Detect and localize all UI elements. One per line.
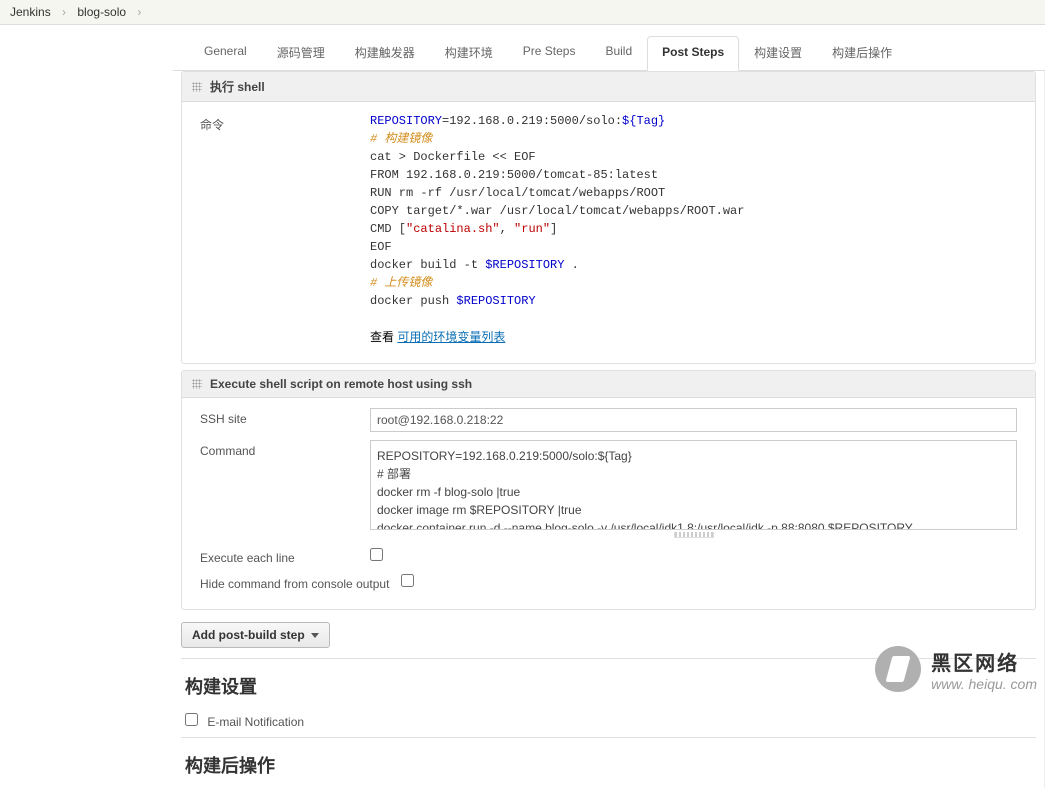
tab-pre-steps[interactable]: Pre Steps	[508, 35, 591, 70]
ssh-command-textarea[interactable]: REPOSITORY=192.168.0.219:5000/solo:${Tag…	[370, 440, 1017, 530]
email-notification-checkbox[interactable]	[185, 713, 198, 726]
tab-triggers[interactable]: 构建触发器	[340, 35, 430, 70]
section-header[interactable]: Execute shell script on remote host usin…	[182, 371, 1035, 398]
command-label: 命令	[200, 112, 370, 133]
tab-build[interactable]: Build	[590, 35, 647, 70]
tab-general[interactable]: General	[189, 35, 262, 70]
ssh-site-input[interactable]	[370, 408, 1017, 432]
chevron-right-icon: ›	[62, 5, 66, 19]
hide-command-checkbox[interactable]	[401, 574, 414, 587]
execute-shell-section: 执行 shell 命令 REPOSITORY=192.168.0.219:500…	[181, 71, 1036, 364]
add-post-build-step-button[interactable]: Add post-build step	[181, 622, 330, 648]
config-tabs: General 源码管理 构建触发器 构建环境 Pre Steps Build …	[173, 25, 1045, 71]
tab-post-build[interactable]: 构建后操作	[817, 35, 907, 70]
post-build-actions-heading: 构建后操作	[173, 742, 1044, 788]
ssh-command-label: Command	[200, 440, 370, 458]
exec-each-line-label: Execute each line	[200, 547, 370, 565]
resize-handle-icon[interactable]	[674, 532, 714, 538]
watermark-logo-icon	[875, 646, 921, 692]
breadcrumb: Jenkins › blog-solo ›	[0, 0, 1045, 25]
shell-command-code[interactable]: REPOSITORY=192.168.0.219:5000/solo:${Tag…	[370, 112, 1017, 310]
watermark-title: 黑区网络	[931, 647, 1037, 676]
breadcrumb-root[interactable]: Jenkins	[10, 5, 51, 19]
chevron-right-icon: ›	[137, 5, 141, 19]
hide-command-label: Hide command from console output	[200, 573, 401, 591]
email-notification-label: E-mail Notification	[207, 715, 304, 729]
ssh-exec-section: Execute shell script on remote host usin…	[181, 370, 1036, 610]
drag-handle-icon[interactable]	[192, 379, 202, 389]
section-header[interactable]: 执行 shell	[182, 72, 1035, 102]
exec-each-line-checkbox[interactable]	[370, 548, 383, 561]
env-vars-link[interactable]: 可用的环境变量列表	[397, 330, 505, 344]
breadcrumb-job[interactable]: blog-solo	[77, 5, 126, 19]
tab-env[interactable]: 构建环境	[430, 35, 508, 70]
section-title: 执行 shell	[210, 78, 265, 95]
tab-scm[interactable]: 源码管理	[262, 35, 340, 70]
drag-handle-icon[interactable]	[192, 82, 202, 92]
tab-build-settings[interactable]: 构建设置	[739, 35, 817, 70]
see-label: 查看	[370, 330, 397, 344]
watermark: 黑区网络 www. heiqu. com	[875, 646, 1037, 692]
caret-down-icon	[311, 633, 319, 638]
tab-post-steps[interactable]: Post Steps	[647, 36, 739, 71]
section-title: Execute shell script on remote host usin…	[210, 377, 472, 391]
ssh-site-label: SSH site	[200, 408, 370, 426]
watermark-url: www. heiqu. com	[931, 676, 1037, 692]
